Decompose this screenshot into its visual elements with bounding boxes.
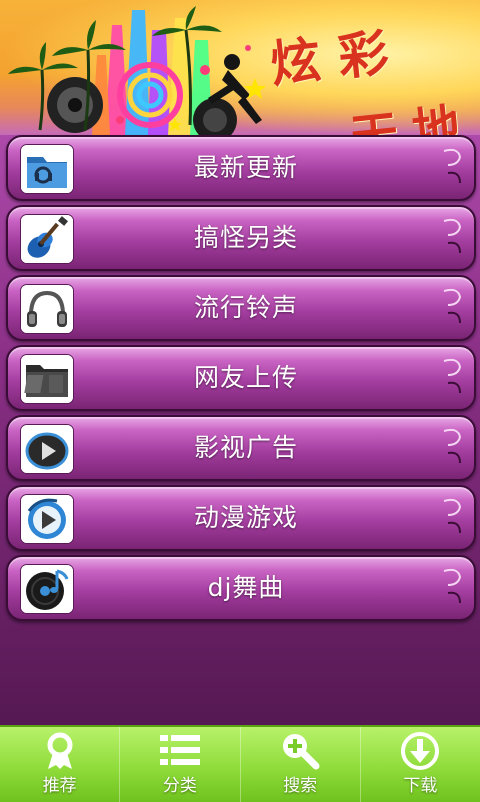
menu-item-latest[interactable]: 最新更新 [6,135,476,201]
menu-item-label: 网友上传 [193,363,298,392]
download-icon [401,732,440,770]
menu-item-label: 动漫游戏 [193,503,298,532]
play-icon [20,424,74,474]
menu-item-label: 流行铃声 [193,293,298,322]
banner: 炫彩 天地 [0,0,480,135]
menu-item-dj[interactable]: dj舞曲 [6,555,476,621]
corner-decoration-icon [443,498,462,534]
tab-label: 分类 [162,776,197,796]
corner-decoration-icon [443,288,462,324]
menu-item-film-ads[interactable]: 影视广告 [6,415,476,481]
folder-blue-icon [20,144,74,194]
music-disc-icon [20,564,74,614]
corner-decoration-icon [443,428,462,464]
tab-recommend[interactable]: 推荐 [0,727,121,802]
tab-categories[interactable]: 分类 [120,727,241,802]
corner-decoration-icon [443,358,462,394]
corner-decoration-icon [443,148,462,184]
menu-item-label: 搞怪另类 [193,223,298,252]
tab-label: 搜索 [283,776,318,796]
tab-search[interactable]: 搜索 [241,727,361,802]
folder-dark-icon [20,354,74,404]
menu-item-label: 影视广告 [193,433,298,462]
menu-item-anime-games[interactable]: 动漫游戏 [6,485,476,551]
menu-item-popular[interactable]: 流行铃声 [6,275,476,341]
menu-item-quirky[interactable]: 搞怪另类 [6,205,476,271]
media-player-icon [20,494,74,544]
banner-title: 炫彩 [267,21,410,94]
list-icon [159,735,200,765]
menu-item-label: 最新更新 [193,153,298,182]
guitar-icon [20,214,74,264]
menu-item-uploads[interactable]: 网友上传 [6,345,476,411]
corner-decoration-icon [443,568,462,604]
tab-label: 推荐 [42,776,77,796]
search-plus-icon [283,734,320,770]
corner-decoration-icon [443,218,462,254]
tab-label: 下载 [403,776,438,796]
menu-item-label: dj舞曲 [207,573,285,602]
headphones-icon [20,284,74,334]
ribbon-icon [47,732,73,769]
tab-download[interactable]: 下载 [361,727,480,802]
bottom-tab-bar: 推荐 分类 搜索 下载 [0,725,480,802]
